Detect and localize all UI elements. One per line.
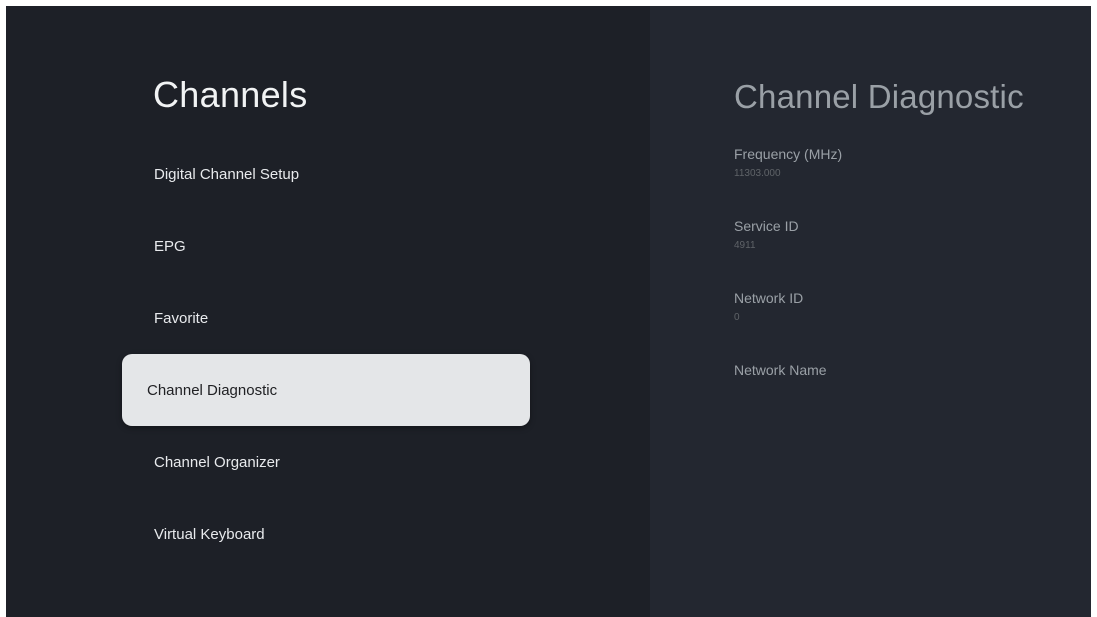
menu-item-label: Channel Organizer (154, 453, 280, 471)
network-name-info: Network Name (734, 362, 842, 434)
menu-item-channel-organizer[interactable]: Channel Organizer (122, 426, 530, 498)
menu-item-epg[interactable]: EPG (122, 210, 530, 282)
network-id-info: Network ID 0 (734, 290, 842, 362)
settings-menu-pane: Channels Digital Channel Setup EPG Favor… (6, 6, 650, 617)
menu-item-label: Digital Channel Setup (154, 165, 300, 183)
frequency-value: 11303.000 (734, 168, 781, 179)
diagnostic-info-list: Frequency (MHz) 11303.000 Service ID 491… (734, 146, 842, 434)
menu-title: Channels (153, 74, 308, 115)
menu-item-digital-channel-setup[interactable]: Digital Channel Setup (122, 138, 530, 210)
network-id-value: 0 (734, 312, 740, 323)
menu-item-virtual-keyboard[interactable]: Virtual Keyboard (122, 498, 530, 570)
service-id-label: Service ID (734, 218, 799, 234)
detail-pane: Channel Diagnostic Frequency (MHz) 11303… (650, 6, 1091, 617)
menu-item-label: Channel Diagnostic (147, 381, 278, 399)
network-name-label: Network Name (734, 362, 827, 378)
frequency-label: Frequency (MHz) (734, 146, 843, 162)
network-id-label: Network ID (734, 290, 804, 306)
service-id-info: Service ID 4911 (734, 218, 842, 290)
service-id-value: 4911 (734, 240, 756, 251)
menu-item-label: Favorite (154, 309, 209, 327)
detail-title: Channel Diagnostic (734, 78, 1024, 115)
menu-item-label: EPG (154, 237, 186, 255)
settings-menu-list: Digital Channel Setup EPG Favorite Chann… (122, 138, 530, 570)
frequency-info: Frequency (MHz) 11303.000 (734, 146, 842, 218)
menu-item-channel-diagnostic[interactable]: Channel Diagnostic (122, 354, 530, 426)
menu-item-favorite[interactable]: Favorite (122, 282, 530, 354)
tv-settings-screen: Channels Digital Channel Setup EPG Favor… (6, 6, 1091, 617)
menu-item-label: Virtual Keyboard (154, 525, 265, 543)
